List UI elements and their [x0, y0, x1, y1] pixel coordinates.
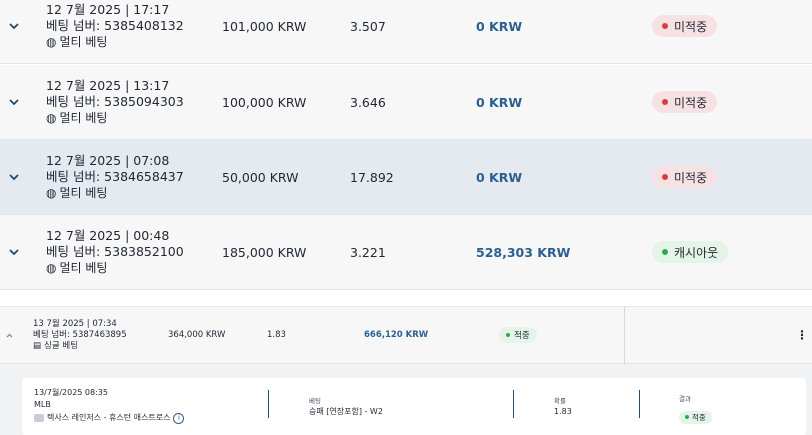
bet-row[interactable]: 12 7월 2025 | 13:17 베팅 넘버: 5385094303 ◍ 멀티… [0, 65, 812, 140]
single-bet-icon: ▤ [33, 340, 42, 351]
bet-column: 베팅 승패 [연장포함] - W2 [309, 396, 383, 418]
bet-type-label: 싱글 베팅 [44, 340, 79, 351]
bet-info: 12 7월 2025 | 07:08 베팅 넘버: 5384658437 ◍ 멀티… [46, 153, 184, 201]
bet-type-label: 멀티 베팅 [59, 35, 108, 49]
status-dot [662, 249, 668, 255]
chevron-down-icon[interactable] [0, 22, 28, 30]
bet-info: 12 7월 2025 | 00:48 베팅 넘버: 5383852100 ◍ 멀티… [46, 228, 184, 276]
bet-odds: 1.83 [267, 330, 286, 340]
bet-number: 베팅 넘버: 5383852100 [46, 244, 184, 259]
column-divider [624, 307, 625, 365]
status-label: 미적중 [674, 170, 708, 185]
bet-odds: 3.507 [350, 18, 386, 34]
bet-return: 528,303 KRW [476, 244, 571, 260]
bet-type: ◍ 멀티 베팅 [46, 110, 184, 126]
bet-stake: 101,000 KRW [222, 18, 307, 34]
event-match: 텍사스 레인저스 - 휴스턴 애스트로스 i [34, 411, 185, 425]
bet-detail-panel: 13/7월/2025 08:35 MLB 텍사스 레인저스 - 휴스턴 애스트로… [0, 364, 812, 435]
match-label: 텍사스 레인저스 - 휴스턴 애스트로스 [47, 413, 171, 422]
status-dot [662, 23, 668, 29]
bet-type: ▤ 싱글 베팅 [33, 341, 127, 352]
bet-info: 12 7월 2025 | 17:17 베팅 넘버: 5385408132 ◍ 멀티… [46, 2, 184, 50]
chevron-down-icon[interactable] [0, 173, 28, 181]
bet-odds: 17.892 [350, 169, 394, 185]
bet-type: ◍ 멀티 베팅 [46, 260, 184, 276]
multi-bet-icon: ◍ [46, 35, 57, 49]
bet-value: 승패 [연장포함] - W2 [309, 407, 383, 416]
status-dot [685, 415, 689, 419]
bet-type: ◍ 멀티 베팅 [46, 185, 184, 201]
chevron-up-icon[interactable] [0, 333, 18, 338]
event-league: MLB [34, 400, 51, 409]
result-badge: 적중 [679, 410, 712, 424]
bet-row[interactable]: 12 7월 2025 | 00:48 베팅 넘버: 5383852100 ◍ 멀티… [0, 215, 812, 290]
expanded-bet-row[interactable]: 13 7월 2025 | 07:34 베팅 넘버: 5387463895 ▤ 싱글… [0, 306, 812, 365]
team-logo-icon [34, 414, 44, 422]
bet-date: 12 7월 2025 | 13:17 [46, 78, 170, 93]
odds-value: 1.83 [554, 407, 572, 416]
section-gap [0, 290, 812, 306]
bet-date: 13 7월 2025 | 07:34 [33, 318, 117, 329]
bet-row[interactable]: 12 7월 2025 | 07:08 베팅 넘버: 5384658437 ◍ 멀티… [0, 140, 812, 215]
event-column: 13/7월/2025 08:35 MLB 텍사스 레인저스 - 휴스턴 애스트로… [34, 387, 185, 425]
status-badge: 미적중 [652, 15, 718, 37]
bet-info: 12 7월 2025 | 13:17 베팅 넘버: 5385094303 ◍ 멀티… [46, 78, 184, 126]
info-icon[interactable]: i [173, 412, 185, 424]
bet-return: 0 KRW [476, 94, 523, 110]
bet-stake: 185,000 KRW [222, 244, 307, 260]
column-divider [639, 390, 640, 418]
status-dot [506, 333, 510, 337]
bet-info: 13 7월 2025 | 07:34 베팅 넘버: 5387463895 ▤ 싱글… [33, 319, 127, 352]
bet-number: 베팅 넘버: 5385094303 [46, 94, 184, 109]
bet-number: 베팅 넘버: 5387463895 [33, 329, 127, 340]
bet-label: 베팅 [309, 397, 321, 405]
result-label: 결과 [679, 395, 691, 403]
status-label: 적중 [514, 331, 530, 341]
status-dot [662, 99, 668, 105]
chevron-down-icon[interactable] [0, 248, 28, 256]
bet-date: 12 7월 2025 | 07:08 [46, 153, 170, 168]
bet-type-label: 멀티 베팅 [59, 186, 108, 200]
bet-return: 0 KRW [476, 169, 523, 185]
more-options-icon[interactable]: ⋮ [796, 328, 808, 342]
bet-detail-card: 13/7월/2025 08:35 MLB 텍사스 레인저스 - 휴스턴 애스트로… [22, 378, 806, 435]
column-divider [513, 390, 514, 418]
bet-stake: 100,000 KRW [222, 94, 307, 110]
status-label: 미적중 [674, 95, 708, 110]
status-label: 캐시아웃 [674, 245, 719, 260]
bet-odds: 3.646 [350, 94, 386, 110]
bet-number: 베팅 넘버: 5384658437 [46, 169, 184, 184]
status-label: 미적중 [674, 19, 708, 34]
result-column: 결과 적중 [679, 394, 712, 424]
bet-type-label: 멀티 베팅 [59, 111, 108, 125]
status-badge: 캐시아웃 [652, 241, 729, 263]
bet-type-label: 멀티 베팅 [59, 261, 108, 275]
status-dot [662, 174, 668, 180]
multi-bet-icon: ◍ [46, 111, 57, 125]
result-value: 적중 [692, 412, 706, 422]
event-datetime: 13/7월/2025 08:35 [34, 388, 108, 397]
status-badge: 적중 [499, 327, 537, 343]
bet-date: 12 7월 2025 | 00:48 [46, 228, 170, 243]
status-badge: 미적중 [652, 91, 718, 113]
status-badge: 미적중 [652, 166, 718, 188]
bet-odds: 3.221 [350, 244, 386, 260]
column-divider [268, 390, 269, 418]
multi-bet-icon: ◍ [46, 261, 57, 275]
bet-date: 12 7월 2025 | 17:17 [46, 2, 170, 17]
chevron-down-icon[interactable] [0, 98, 28, 106]
bet-stake: 364,000 KRW [168, 330, 226, 340]
odds-column: 확률 1.83 [554, 396, 572, 418]
bet-return: 666,120 KRW [364, 330, 429, 340]
multi-bet-icon: ◍ [46, 186, 57, 200]
bet-type: ◍ 멀티 베팅 [46, 34, 184, 50]
bet-row[interactable]: 12 7월 2025 | 17:17 베팅 넘버: 5385408132 ◍ 멀티… [0, 0, 812, 64]
bet-stake: 50,000 KRW [222, 169, 299, 185]
odds-label: 확률 [554, 397, 566, 405]
bet-number: 베팅 넘버: 5385408132 [46, 18, 184, 33]
bet-return: 0 KRW [476, 18, 523, 34]
